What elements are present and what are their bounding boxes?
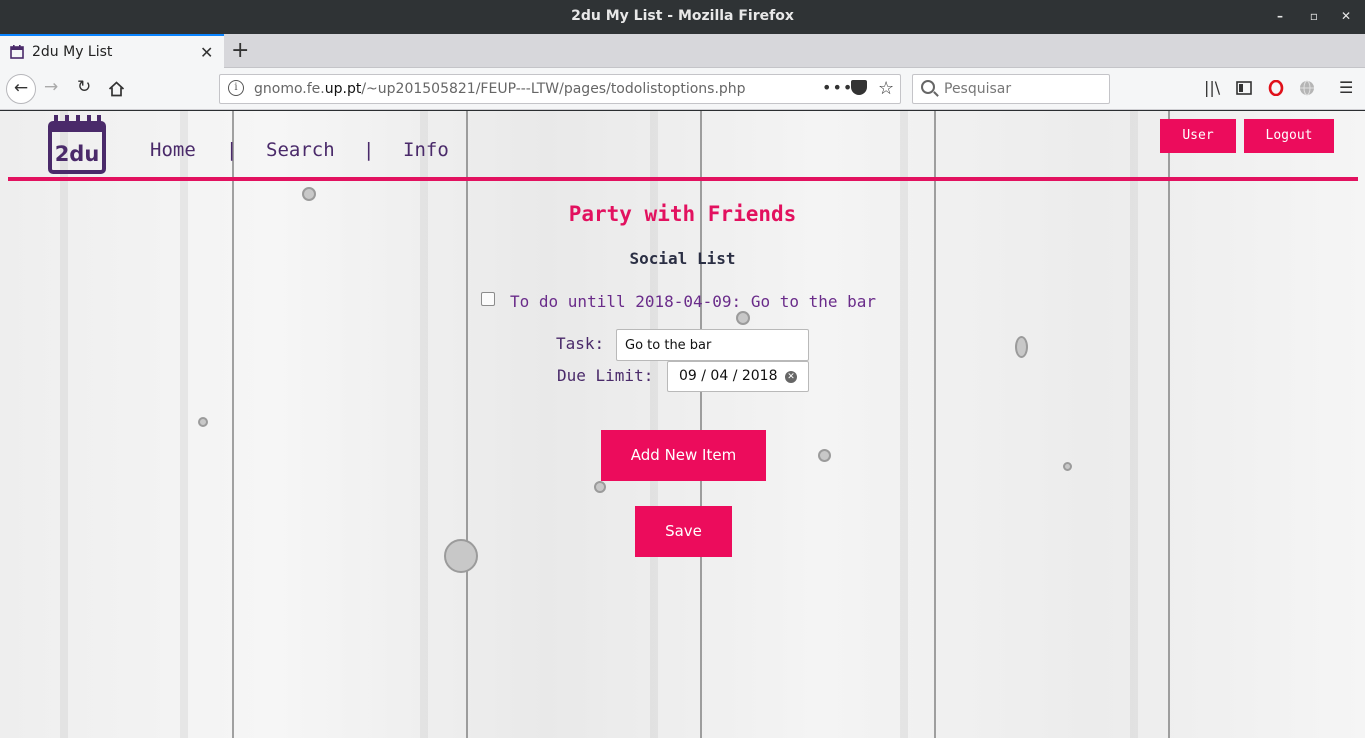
wood-knot [594, 481, 606, 493]
url-text[interactable]: gnomo.fe.up.pt/~up201505821/FEUP---LTW/p… [254, 81, 746, 97]
new-tab-icon[interactable]: + [231, 38, 249, 63]
close-tab-icon[interactable]: ✕ [200, 43, 213, 62]
page-viewport: 2du Home | Search | Info User Logout Par… [0, 111, 1365, 738]
menu-icon[interactable]: ☰ [1339, 78, 1353, 97]
nav-info-link[interactable]: Info [403, 139, 449, 161]
nav-separator: | [363, 139, 375, 161]
maximize-icon[interactable]: ▫ [1307, 9, 1321, 23]
nav-search-link[interactable]: Search [266, 139, 335, 161]
task-input[interactable] [616, 329, 809, 361]
nav-home-link[interactable]: Home [150, 139, 196, 161]
nav-separator: | [226, 139, 238, 161]
window-title: 2du My List - Mozilla Firefox [571, 8, 794, 24]
logout-button[interactable]: Logout [1244, 119, 1334, 153]
item-checkbox[interactable] [481, 292, 495, 306]
due-limit-label: Due Limit: [557, 366, 654, 385]
navigation-toolbar: ← → ↻ i gnomo.fe.up.pt/~up201505821/FEUP… [0, 68, 1365, 110]
sidebar-icon[interactable] [1236, 81, 1252, 95]
wood-knot [444, 539, 478, 573]
due-date-input[interactable]: 09 / 04 / 2018 ✕ [667, 361, 809, 392]
page-actions-icon[interactable]: ••• [822, 78, 853, 97]
list-item-text: To do untill 2018-04-09: Go to the bar [510, 292, 877, 311]
clear-date-icon[interactable]: ✕ [785, 371, 797, 383]
wood-knot [1015, 336, 1028, 358]
wood-knot [736, 311, 750, 325]
forward-arrow-icon[interactable]: → [44, 77, 58, 97]
url-bar[interactable]: i gnomo.fe.up.pt/~up201505821/FEUP---LTW… [219, 74, 901, 104]
tab-label: 2du My List [32, 44, 113, 60]
opera-icon[interactable] [1268, 80, 1284, 96]
home-icon[interactable] [108, 81, 125, 97]
window-titlebar: 2du My List - Mozilla Firefox – ▫ ✕ [0, 0, 1365, 34]
wood-knot [302, 187, 316, 201]
tab-strip: 2du My List ✕ + [0, 34, 1365, 68]
logo-text: 2du [55, 142, 100, 166]
search-placeholder: Pesquisar [944, 81, 1012, 97]
tab-2du-my-list[interactable]: 2du My List ✕ [0, 34, 224, 68]
back-arrow-icon[interactable]: ← [6, 74, 36, 104]
add-new-item-button[interactable]: Add New Item [601, 430, 766, 481]
bookmark-star-icon[interactable]: ☆ [878, 78, 894, 99]
globe-icon[interactable] [1299, 80, 1315, 96]
close-window-icon[interactable]: ✕ [1339, 9, 1353, 23]
save-button[interactable]: Save [635, 506, 732, 557]
search-icon [921, 80, 935, 94]
wood-knot [1063, 462, 1072, 471]
search-input[interactable]: Pesquisar [912, 74, 1110, 104]
pocket-icon[interactable] [851, 80, 867, 95]
info-icon[interactable]: i [228, 80, 244, 96]
reload-icon[interactable]: ↻ [77, 77, 91, 97]
2du-logo[interactable]: 2du [48, 114, 106, 174]
due-date-value[interactable]: 09 / 04 / 2018 [679, 368, 778, 384]
library-icon[interactable]: ||\ [1204, 78, 1220, 97]
wood-knot [818, 449, 831, 462]
header-divider [8, 177, 1358, 181]
list-title: Party with Friends [568, 202, 797, 226]
task-label: Task: [556, 334, 605, 353]
calendar-favicon-icon [10, 45, 24, 59]
wood-knot [198, 417, 208, 427]
list-category: Social List [629, 249, 736, 268]
minimize-icon[interactable]: – [1273, 9, 1287, 23]
user-button[interactable]: User [1160, 119, 1236, 153]
